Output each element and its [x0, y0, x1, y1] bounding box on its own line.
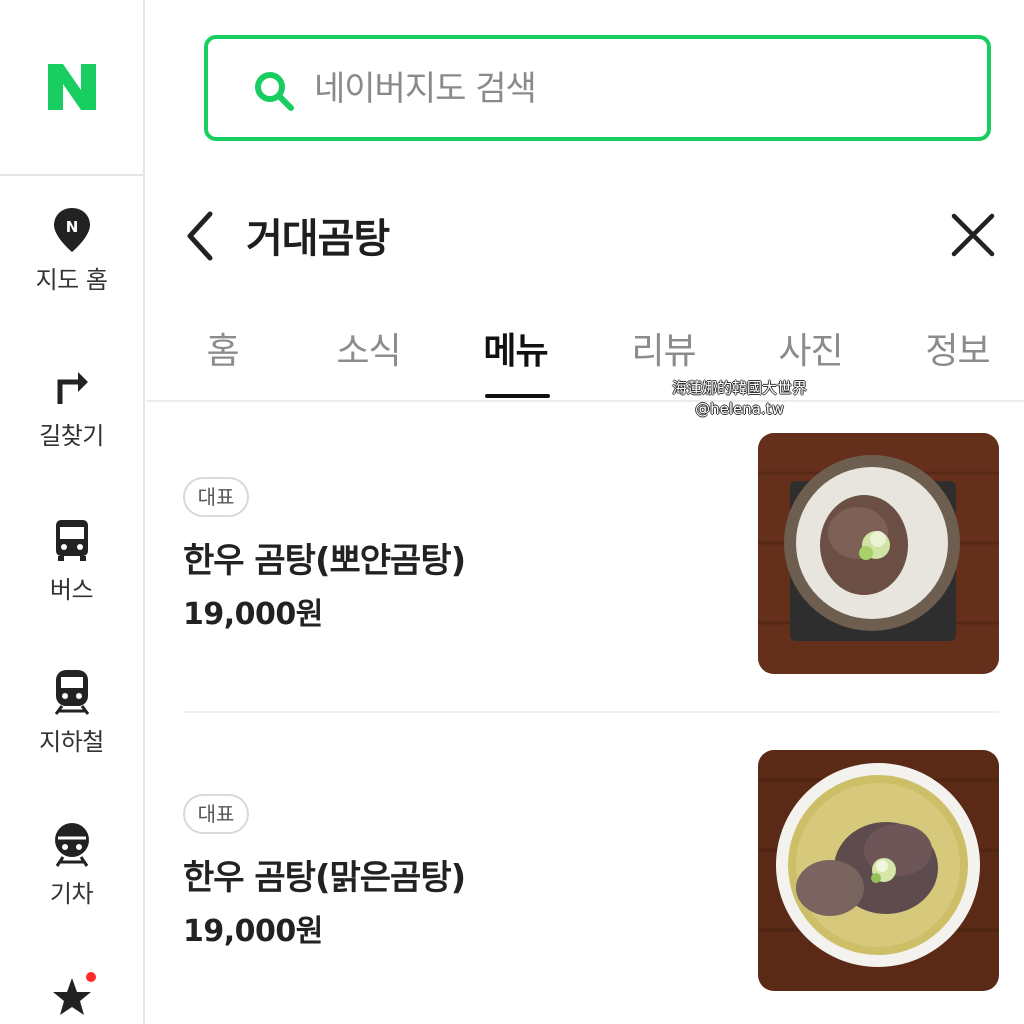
- search-input[interactable]: [314, 61, 914, 117]
- menu-item-photo[interactable]: [758, 750, 999, 991]
- sidebar-item-label: 기차: [49, 880, 94, 908]
- menu-item-photo[interactable]: [758, 433, 999, 674]
- tab-reviews[interactable]: 리뷰: [590, 322, 737, 374]
- side-nav: N 지도 홈 길찾기 버스 지하철 기차: [0, 0, 145, 1024]
- menu-item-name: 한우 곰탕(뽀얀곰탕): [183, 541, 466, 581]
- watermark-line-1: 海蓮娜的韓國大世界: [672, 379, 808, 397]
- menu-item-price: 19,000원: [183, 914, 323, 949]
- tab-bar: 홈 소식 메뉴 리뷰 사진 정보: [147, 312, 1024, 402]
- sidebar-item-subway[interactable]: 지하철: [0, 668, 143, 757]
- place-title: 거대곰탕: [246, 216, 390, 262]
- svg-text:N: N: [65, 218, 78, 236]
- bus-icon: [55, 520, 88, 561]
- signature-badge: 대표: [183, 794, 249, 834]
- directions-arrow-icon: [57, 372, 88, 404]
- sidebar-item-label: 지하철: [39, 728, 104, 756]
- tab-news[interactable]: 소식: [295, 322, 442, 374]
- sidebar-item-favorites[interactable]: [0, 974, 143, 1022]
- watermark: 海蓮娜的韓國大世界 @helena.tw: [672, 378, 807, 420]
- menu-item-name: 한우 곰탕(맑은곰탕): [183, 858, 466, 898]
- divider: [183, 711, 999, 713]
- star-icon: [52, 978, 91, 1015]
- naver-logo[interactable]: [46, 62, 98, 112]
- search-icon: [255, 72, 294, 111]
- sidebar-item-label: 지도 홈: [35, 266, 108, 294]
- sidebar-item-train[interactable]: 기차: [0, 820, 143, 909]
- sidebar-item-label: 길찾기: [39, 422, 104, 450]
- menu-item[interactable]: 대표 한우 곰탕(뽀얀곰탕) 19,000원: [183, 433, 999, 674]
- train-icon: [54, 823, 89, 867]
- search-box[interactable]: [204, 35, 991, 141]
- subway-icon: [54, 670, 89, 715]
- sidebar-item-map-home[interactable]: N 지도 홈: [0, 206, 143, 295]
- notification-dot: [86, 972, 96, 982]
- signature-badge: 대표: [183, 477, 249, 517]
- sidebar-item-label: 버스: [49, 576, 94, 604]
- logo-cell: [0, 0, 143, 176]
- sidebar-item-bus[interactable]: 버스: [0, 516, 143, 605]
- menu-item-price: 19,000원: [183, 597, 323, 632]
- active-tab-indicator: [485, 394, 550, 398]
- tab-menu[interactable]: 메뉴: [442, 322, 589, 374]
- menu-item[interactable]: 대표 한우 곰탕(맑은곰탕) 19,000원: [183, 750, 999, 991]
- map-pin-icon: N: [53, 208, 90, 252]
- close-icon[interactable]: [948, 210, 998, 260]
- tab-home[interactable]: 홈: [149, 322, 296, 374]
- tab-info[interactable]: 정보: [884, 322, 1024, 374]
- sidebar-item-directions[interactable]: 길찾기: [0, 362, 143, 451]
- back-icon[interactable]: [178, 206, 222, 266]
- watermark-line-2: @helena.tw: [695, 400, 784, 418]
- tab-photos[interactable]: 사진: [737, 322, 884, 374]
